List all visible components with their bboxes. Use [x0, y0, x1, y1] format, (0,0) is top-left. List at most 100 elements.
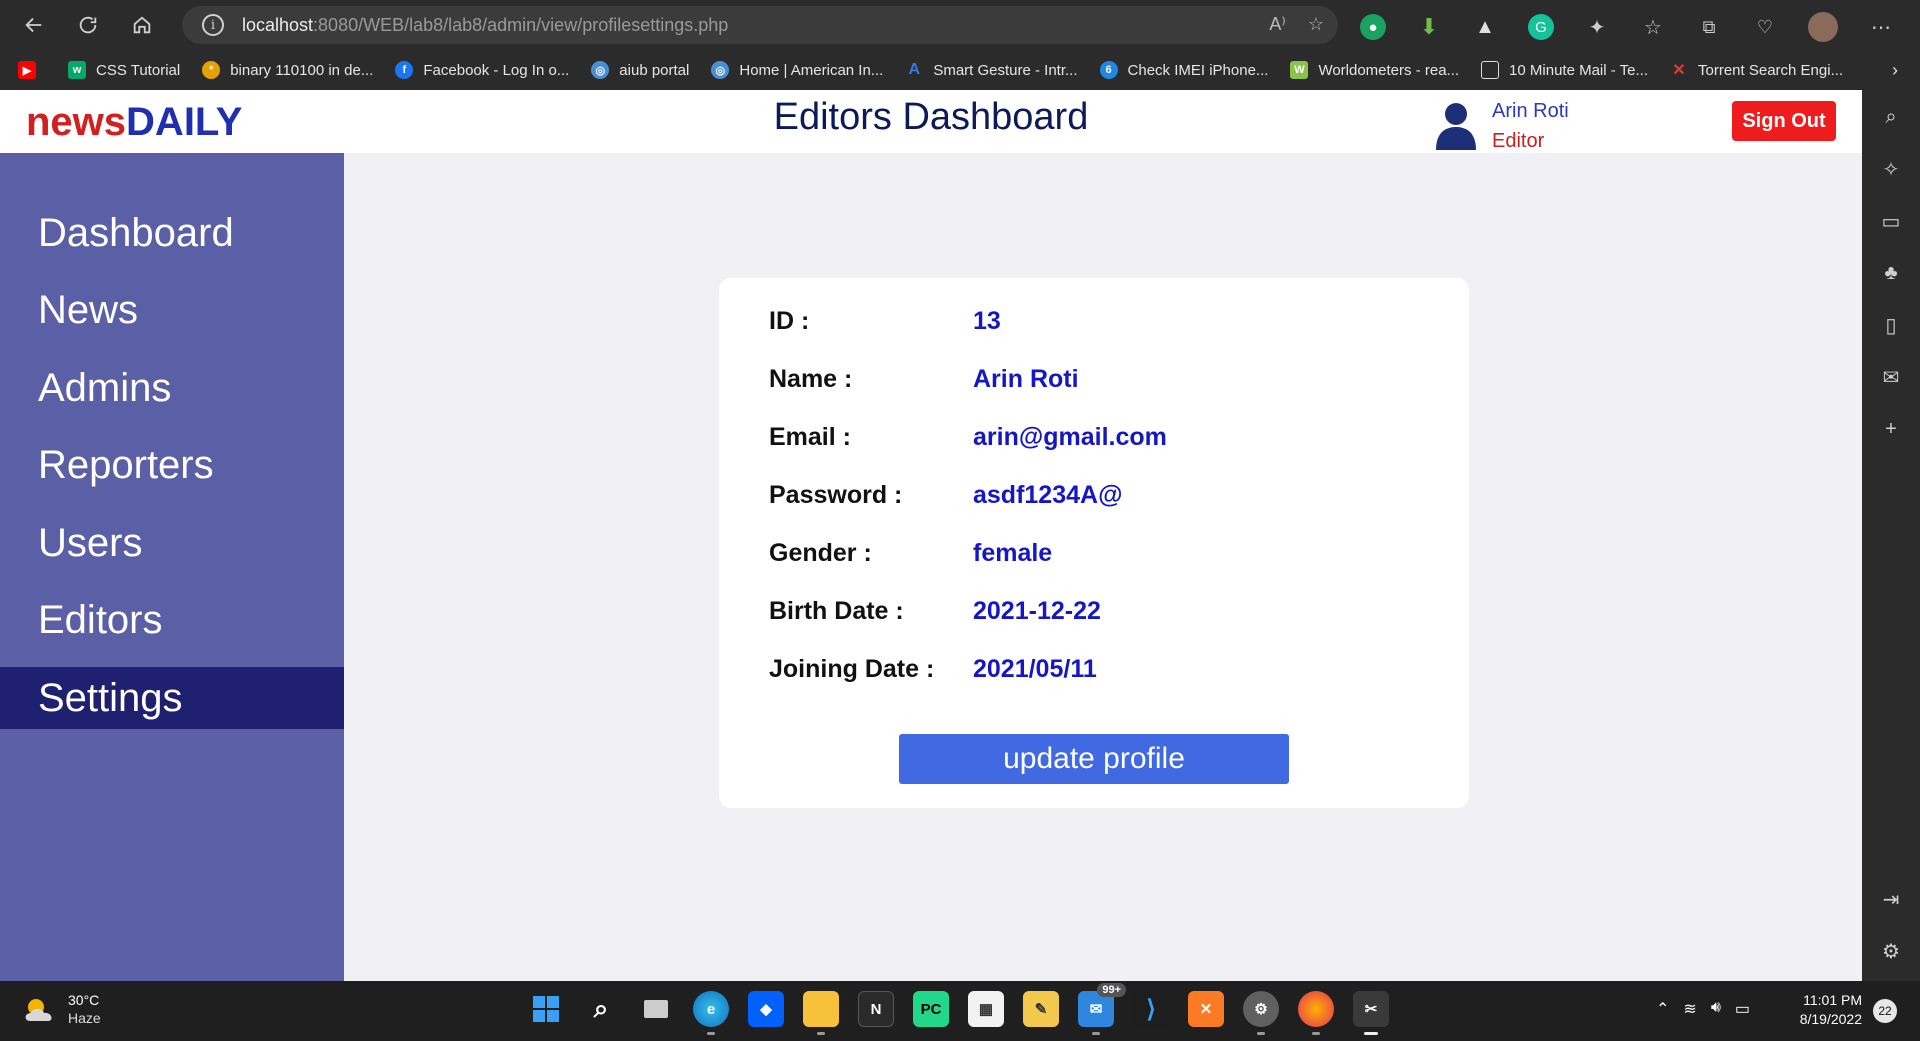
- start-button[interactable]: [528, 991, 564, 1027]
- bookmark-label: Check IMEI iPhone...: [1127, 61, 1269, 79]
- sidebar-item-dashboard[interactable]: Dashboard: [0, 202, 344, 264]
- download-extension-icon[interactable]: ⬇: [1416, 14, 1442, 40]
- bookmark-youtube[interactable]: ▶: [18, 61, 46, 79]
- bookmark-label: binary 110100 in de...: [230, 61, 374, 79]
- w-icon: W: [1290, 61, 1309, 79]
- sidebar-collapse-icon[interactable]: ⇥: [1880, 888, 1902, 911]
- favorites-icon[interactable]: ☆: [1640, 14, 1666, 40]
- info-icon[interactable]: i: [202, 14, 224, 36]
- page-icon: [1481, 61, 1500, 79]
- clock[interactable]: 11:01 PM 8/19/2022: [1790, 991, 1862, 1029]
- bookmark-item[interactable]: w CSS Tutorial: [68, 61, 180, 79]
- bookmark-item[interactable]: ◎ aiub portal: [591, 61, 689, 79]
- collections-icon[interactable]: ⧉: [1696, 14, 1722, 40]
- sign-out-button[interactable]: Sign Out: [1732, 101, 1836, 141]
- refresh-button[interactable]: [68, 5, 108, 45]
- back-button[interactable]: [14, 5, 54, 45]
- sidebar-item-settings[interactable]: Settings: [0, 667, 344, 729]
- file-explorer-icon[interactable]: [803, 991, 839, 1035]
- bookmark-item[interactable]: ◎ Home | American In...: [711, 61, 883, 79]
- settings-gear-icon[interactable]: ⚙: [1880, 940, 1902, 963]
- bookmark-item[interactable]: 10 Minute Mail - Te...: [1481, 61, 1648, 79]
- user-icon: [1436, 103, 1476, 150]
- user-role: Editor: [1492, 130, 1545, 152]
- bookmark-item[interactable]: * binary 110100 in de...: [202, 61, 373, 79]
- snipping-tool-icon[interactable]: ✂: [1353, 991, 1389, 1035]
- wolfram-icon: *: [202, 61, 221, 79]
- photos-icon[interactable]: ✎: [1023, 991, 1059, 1027]
- extensions-icon[interactable]: ✦: [1584, 14, 1610, 40]
- url-host: localhost: [242, 14, 314, 35]
- grammarly-icon[interactable]: G: [1528, 14, 1554, 40]
- field-label: Joining Date :: [769, 654, 935, 683]
- bookmark-item[interactable]: ✕ Torrent Search Engi...: [1670, 61, 1843, 80]
- weather-condition: Haze: [68, 1010, 101, 1026]
- globe-icon: ◎: [591, 61, 610, 79]
- home-button[interactable]: [122, 5, 162, 45]
- field-label: Password :: [769, 480, 903, 509]
- dropbox-icon[interactable]: ◆: [748, 991, 784, 1027]
- shield-extension-icon[interactable]: ●: [1360, 14, 1386, 40]
- vscode-icon[interactable]: ⟩: [1133, 991, 1169, 1027]
- bookmark-label: 10 Minute Mail - Te...: [1509, 61, 1648, 79]
- games-icon[interactable]: ♣: [1880, 262, 1902, 284]
- store-icon[interactable]: ▦: [968, 991, 1004, 1027]
- profile-row-name: Name : Arin Roti: [769, 359, 1079, 399]
- office-icon[interactable]: ▯: [1880, 314, 1902, 337]
- battery-icon[interactable]: ▭: [1735, 999, 1750, 1019]
- field-value: 13: [973, 306, 1001, 335]
- task-view-icon[interactable]: [638, 991, 674, 1027]
- bookmarks-bar: ▶ w CSS Tutorial * binary 110100 in de... …: [0, 50, 1920, 90]
- chevron-right-icon[interactable]: ›: [1892, 60, 1898, 81]
- volume-icon[interactable]: 🔊︎: [1711, 999, 1721, 1019]
- bookmark-item[interactable]: A Smart Gesture - Intr...: [905, 61, 1078, 79]
- field-label: Birth Date :: [769, 596, 904, 625]
- mail-icon[interactable]: ✉ 99+: [1078, 983, 1126, 1035]
- page: newsDAILY Editors Dashboard Arin Roti Ed…: [0, 90, 1862, 981]
- taskbar: 30°C Haze ⌕ e ◆ N PC ▦ ✎ ✉ 99+ ⟩ ✕ ⚙ ✂ ⌃ …: [0, 981, 1920, 1041]
- arrow-left-icon: [25, 17, 42, 33]
- triangle-extension-icon[interactable]: ▲: [1472, 14, 1498, 40]
- update-profile-button[interactable]: update profile: [899, 734, 1289, 784]
- settings-app-icon[interactable]: ⚙: [1243, 991, 1279, 1035]
- taskbar-search-icon[interactable]: ⌕: [583, 991, 619, 1027]
- plus-icon[interactable]: +: [1880, 418, 1902, 440]
- xampp-icon[interactable]: ✕: [1188, 991, 1224, 1027]
- bookmark-label: Smart Gesture - Intr...: [933, 61, 1078, 79]
- notion-icon[interactable]: N: [858, 991, 894, 1027]
- bookmark-label: Home | American In...: [739, 61, 884, 79]
- bookmark-item[interactable]: f Facebook - Log In o...: [395, 61, 569, 79]
- bookmark-label: Facebook - Log In o...: [423, 61, 570, 79]
- notification-badge[interactable]: 22: [1873, 999, 1897, 1023]
- field-label: Email :: [769, 422, 851, 451]
- health-icon[interactable]: ♡: [1752, 14, 1778, 40]
- sidebar-item-news[interactable]: News: [0, 279, 344, 341]
- youtube-icon: ▶: [18, 61, 36, 79]
- firefox-icon[interactable]: [1298, 991, 1334, 1035]
- edge-icon[interactable]: e: [693, 991, 729, 1035]
- sidebar-item-reporters[interactable]: Reporters: [0, 434, 344, 496]
- more-menu-icon[interactable]: ⋯: [1868, 14, 1894, 40]
- profile-avatar[interactable]: [1808, 12, 1838, 42]
- sidebar-item-editors[interactable]: Editors: [0, 589, 344, 651]
- bookmark-item[interactable]: 6 Check IMEI iPhone...: [1099, 61, 1269, 79]
- pycharm-icon[interactable]: PC: [913, 991, 949, 1027]
- sidebar-item-users[interactable]: Users: [0, 512, 344, 574]
- outlook-icon[interactable]: ✉: [1880, 366, 1902, 389]
- weather-widget[interactable]: 30°C Haze: [22, 991, 101, 1027]
- sparkle-icon[interactable]: ✧: [1880, 158, 1902, 181]
- w3-icon: w: [68, 61, 86, 79]
- bookmark-item[interactable]: W Worldometers - rea...: [1290, 61, 1459, 79]
- add-favorite-icon[interactable]: ☆: [1308, 14, 1324, 35]
- profile-row-id: ID : 13: [769, 301, 1001, 341]
- bookmark-label: Worldometers - rea...: [1318, 61, 1460, 79]
- search-icon[interactable]: ⌕: [1880, 106, 1902, 128]
- tray-chevron-up-icon[interactable]: ⌃: [1656, 999, 1669, 1019]
- briefcase-icon[interactable]: ▭: [1880, 210, 1902, 233]
- wifi-icon[interactable]: ≋: [1683, 999, 1696, 1019]
- address-bar[interactable]: i localhost:8080/WEB/lab8/lab8/admin/vie…: [182, 6, 1338, 44]
- profile-row-email: Email : arin@gmail.com: [769, 417, 1167, 457]
- read-aloud-icon[interactable]: A⁾: [1269, 14, 1285, 35]
- weather-haze-icon: [25, 999, 52, 1021]
- sidebar-item-admins[interactable]: Admins: [0, 357, 344, 419]
